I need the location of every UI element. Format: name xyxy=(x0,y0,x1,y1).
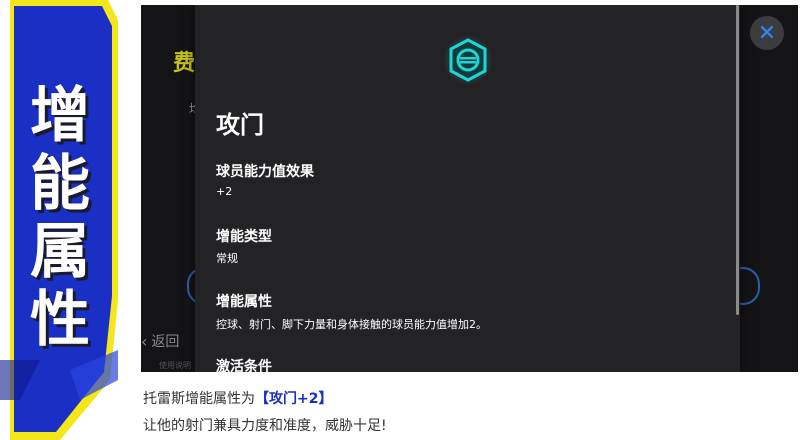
caption-line-1: 托雷斯增能属性为【攻门+2】 xyxy=(143,389,332,409)
perk-title: 攻门 xyxy=(216,111,264,139)
game-screenshot: 费 均 ‹ 返回 使用说明 攻门 球员能力值效果 +2 增能类型 xyxy=(141,5,798,372)
section-heading-perk-attribute: 增能属性 xyxy=(216,294,272,310)
chevron-left-icon: ‹ xyxy=(141,331,148,351)
caption-highlight: 【攻门+2】 xyxy=(255,391,333,407)
perk-detail-panel: 攻门 球员能力值效果 +2 增能类型 常规 增能属性 控球、射门、脚下力量和身体… xyxy=(195,5,740,372)
section-heading-perk-type: 增能类型 xyxy=(216,229,272,245)
section-value-perk-attribute: 控球、射门、脚下力量和身体接触的球员能力值增加2。 xyxy=(216,318,487,331)
back-button[interactable]: ‹ 返回 xyxy=(141,331,179,351)
section-value-stat-effect: +2 xyxy=(216,185,233,198)
perk-emblem-icon xyxy=(443,35,493,85)
section-value-perk-type: 常规 xyxy=(216,252,238,265)
section-heading-stat-effect: 球员能力值效果 xyxy=(216,164,314,180)
banner-title: 增能属性 xyxy=(30,81,90,355)
close-icon: ✕ xyxy=(757,20,777,46)
section-heading-activation: 激活条件 xyxy=(216,359,272,372)
background-fee-label: 费 xyxy=(173,51,196,76)
close-button[interactable]: ✕ xyxy=(750,16,784,50)
caption-prefix: 托雷斯增能属性为 xyxy=(143,391,255,407)
left-banner: 增能属性 xyxy=(0,0,128,440)
caption-line-2: 让他的射门兼具力度和准度，威胁十足! xyxy=(143,418,387,434)
background-bottom-text: 使用说明 xyxy=(159,361,191,370)
panel-scrollbar[interactable] xyxy=(736,5,739,315)
back-button-label: 返回 xyxy=(151,334,180,350)
